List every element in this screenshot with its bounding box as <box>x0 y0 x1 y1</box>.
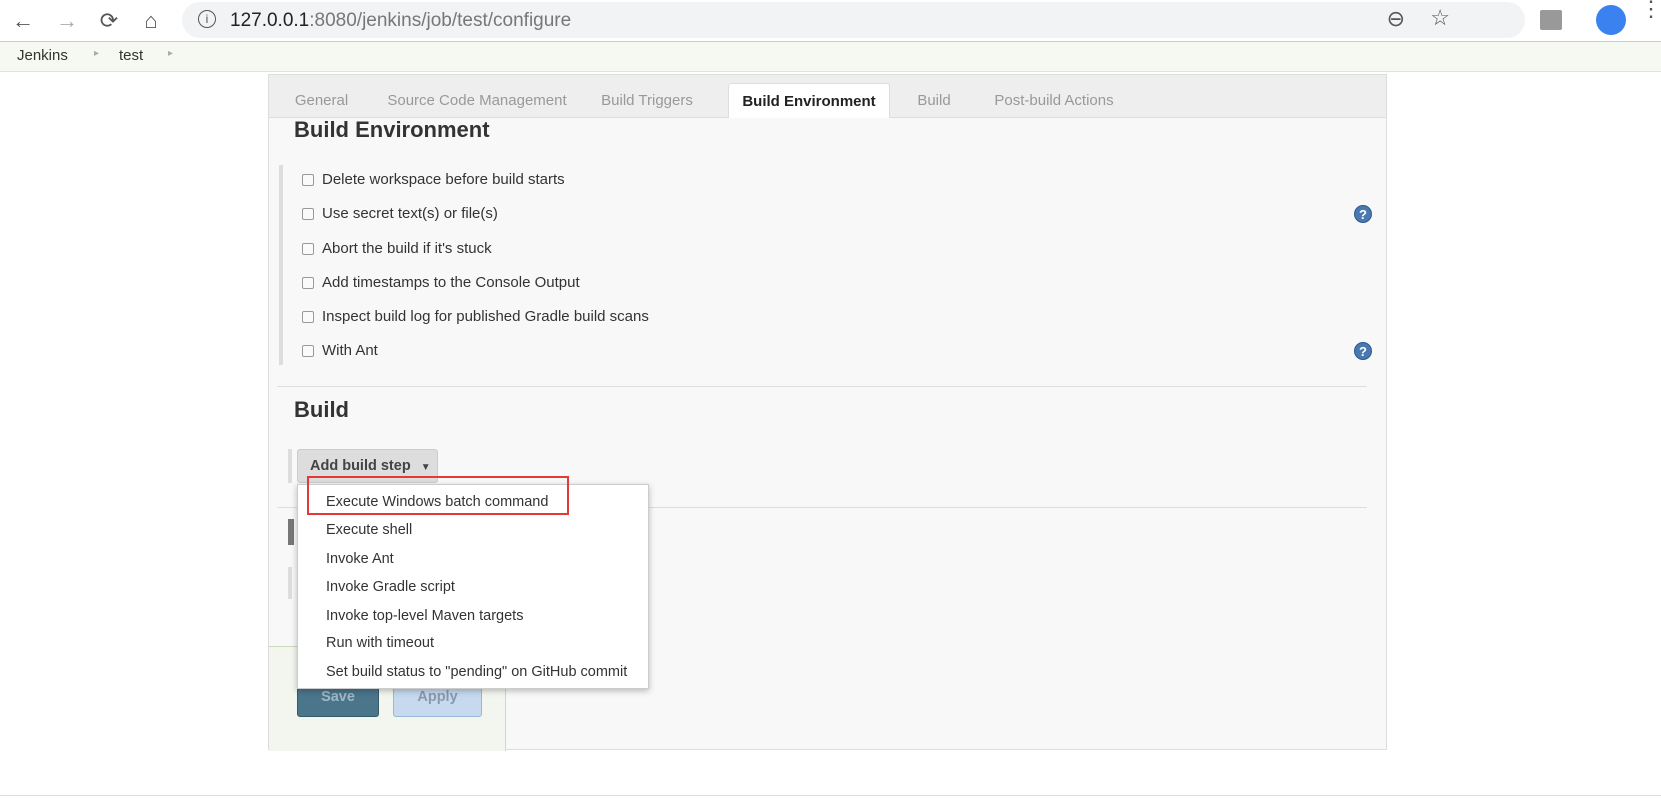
option-with-ant[interactable]: With Ant <box>302 342 378 359</box>
option-label: With Ant <box>322 342 378 359</box>
add-build-step-label: Add build step <box>310 458 411 474</box>
tab-source-code-management[interactable]: Source Code Management <box>377 83 577 118</box>
divider <box>277 386 1367 387</box>
section-bar <box>279 165 283 365</box>
page-footer-divider <box>0 795 1661 796</box>
menu-item-invoke-maven[interactable]: Invoke top-level Maven targets <box>326 608 523 624</box>
section-title-build: Build <box>294 397 349 422</box>
url-path: :8080/jenkins/job/test/configure <box>309 10 572 31</box>
option-label: Add timestamps to the Console Output <box>322 274 580 291</box>
checkbox[interactable] <box>302 173 314 186</box>
info-icon[interactable]: i <box>198 10 216 28</box>
chevron-right-icon[interactable]: ▸ <box>168 48 173 59</box>
section-title-build-environment: Build Environment <box>294 117 490 142</box>
breadcrumb: Jenkins ▸ test ▸ <box>0 42 1661 72</box>
breadcrumb-jenkins[interactable]: Jenkins <box>17 47 68 64</box>
section-bar <box>288 449 292 483</box>
checkbox[interactable] <box>302 276 314 289</box>
menu-item-invoke-gradle[interactable]: Invoke Gradle script <box>326 579 455 595</box>
browser-toolbar: ← → ⟳ ⌂ i 127.0.0.1:8080/jenkins/job/tes… <box>0 0 1661 42</box>
option-label: Inspect build log for published Gradle b… <box>322 308 649 325</box>
help-icon[interactable]: ? <box>1354 342 1372 360</box>
avatar[interactable] <box>1596 5 1626 35</box>
tab-post-build-actions[interactable]: Post-build Actions <box>979 83 1129 118</box>
menu-item-invoke-ant[interactable]: Invoke Ant <box>326 551 394 567</box>
tab-build[interactable]: Build <box>904 83 964 118</box>
option-label: Abort the build if it's stuck <box>322 240 492 257</box>
url-host: 127.0.0.1 <box>230 10 310 31</box>
option-timestamps[interactable]: Add timestamps to the Console Output <box>302 274 580 291</box>
zoom-out-icon[interactable]: ⊖ <box>1387 6 1405 32</box>
reload-icon[interactable]: ⟳ <box>94 6 124 36</box>
breadcrumb-test[interactable]: test <box>119 47 143 64</box>
chevron-right-icon[interactable]: ▸ <box>94 48 99 59</box>
back-icon[interactable]: ← <box>8 6 38 36</box>
option-label: Use secret text(s) or file(s) <box>322 205 498 222</box>
home-icon[interactable]: ⌂ <box>136 6 166 36</box>
checkbox[interactable] <box>302 242 314 255</box>
menu-item-github-pending[interactable]: Set build status to "pending" on GitHub … <box>326 664 627 680</box>
checkbox[interactable] <box>302 207 314 220</box>
forward-icon[interactable]: → <box>52 6 82 36</box>
option-delete-workspace[interactable]: Delete workspace before build starts <box>302 171 565 188</box>
tab-build-environment[interactable]: Build Environment <box>728 83 890 118</box>
section-title-post-build-partial <box>288 519 294 545</box>
url-text[interactable]: 127.0.0.1:8080/jenkins/job/test/configur… <box>230 10 571 32</box>
option-label: Delete workspace before build starts <box>322 171 565 188</box>
menu-kebab-icon[interactable]: ⋮ <box>1640 0 1661 20</box>
address-bar[interactable]: i 127.0.0.1:8080/jenkins/job/test/config… <box>182 2 1525 38</box>
option-abort-stuck[interactable]: Abort the build if it's stuck <box>302 240 492 257</box>
option-secret-text[interactable]: Use secret text(s) or file(s) <box>302 205 498 222</box>
tab-general[interactable]: General <box>279 83 364 118</box>
star-icon[interactable]: ☆ <box>1430 5 1450 31</box>
option-gradle-scans[interactable]: Inspect build log for published Gradle b… <box>302 308 649 325</box>
section-bar <box>288 567 292 599</box>
checkbox[interactable] <box>302 310 314 323</box>
outlook-extension-icon[interactable] <box>1540 10 1562 30</box>
tab-build-triggers[interactable]: Build Triggers <box>587 83 707 118</box>
checkbox[interactable] <box>302 344 314 357</box>
highlight-box <box>307 476 569 515</box>
menu-item-run-with-timeout[interactable]: Run with timeout <box>326 635 434 651</box>
menu-item-execute-shell[interactable]: Execute shell <box>326 522 412 538</box>
help-icon[interactable]: ? <box>1354 205 1372 223</box>
config-tabs: General Source Code Management Build Tri… <box>269 75 1386 118</box>
caret-down-icon: ▼ <box>420 462 431 473</box>
